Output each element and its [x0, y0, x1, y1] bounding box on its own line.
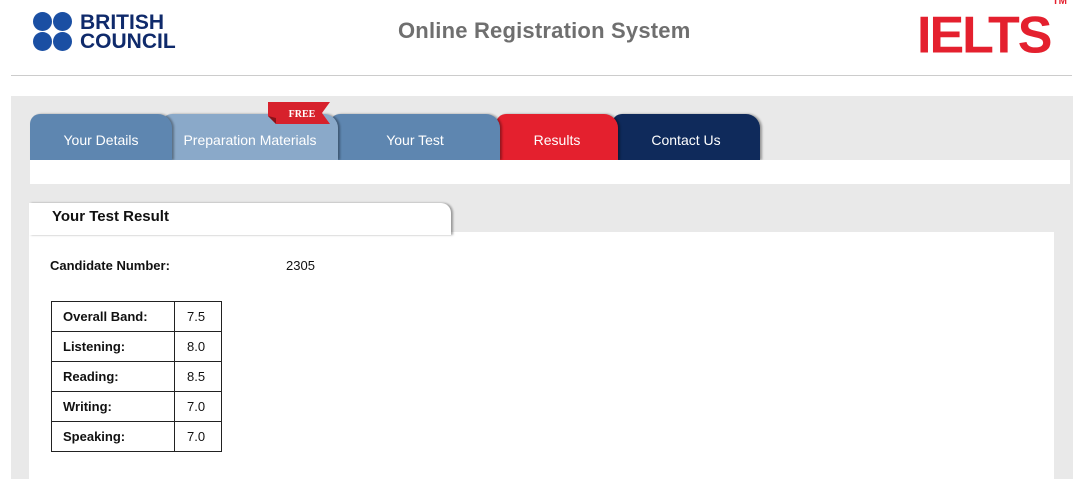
score-value: 8.5 [174, 361, 222, 392]
candidate-number-label: Candidate Number: [50, 258, 170, 273]
candidate-number-value: 2305 [286, 258, 315, 273]
tab-label: Contact Us [651, 132, 721, 148]
british-council-line-2: COUNCIL [80, 30, 176, 53]
table-row: Overall Band: 7.5 [51, 301, 222, 332]
table-row: Writing: 7.0 [51, 391, 222, 422]
table-row: Reading: 8.5 [51, 361, 222, 392]
tab-results[interactable]: Results [496, 114, 618, 160]
tab-your-details[interactable]: Your Details [30, 114, 172, 160]
score-label: Reading: [51, 361, 175, 392]
free-badge-label: FREE [289, 109, 316, 120]
british-council-dots-icon [33, 12, 75, 52]
score-label: Listening: [51, 331, 175, 362]
ielts-wordmark: IELTS [917, 6, 1052, 65]
tab-label: Your Test [386, 132, 444, 148]
score-value: 7.0 [174, 421, 222, 452]
section-title: Your Test Result [52, 208, 169, 225]
header-divider [11, 75, 1072, 76]
british-council-wordmark: BRITISH COUNCIL [80, 12, 176, 53]
score-value: 7.5 [174, 301, 222, 332]
scores-table: Overall Band: 7.5 Listening: 8.0 Reading… [51, 301, 222, 452]
header: BRITISH COUNCIL Online Registration Syst… [0, 0, 1084, 76]
trademark-mark: TM [1052, 0, 1067, 7]
score-label: Overall Band: [51, 301, 175, 332]
tab-label: Results [533, 132, 581, 148]
british-council-logo[interactable]: BRITISH COUNCIL [33, 12, 176, 52]
ielts-logo[interactable]: IELTSTM [917, 0, 1067, 65]
tab-contact-us[interactable]: Contact Us [612, 114, 760, 160]
score-label: Writing: [51, 391, 175, 422]
page-title: Online Registration System [398, 18, 691, 43]
tab-bar-strip [30, 160, 1070, 184]
score-label: Speaking: [51, 421, 175, 452]
tab-your-test[interactable]: Your Test [330, 114, 500, 160]
score-value: 7.0 [174, 391, 222, 422]
tab-label: Your Details [63, 132, 139, 148]
table-row: Speaking: 7.0 [51, 421, 222, 452]
score-value: 8.0 [174, 331, 222, 362]
page: BRITISH COUNCIL Online Registration Syst… [0, 0, 1084, 479]
table-row: Listening: 8.0 [51, 331, 222, 362]
free-badge-ribbon: FREE [268, 102, 330, 124]
tab-label: Preparation Materials [183, 132, 317, 148]
